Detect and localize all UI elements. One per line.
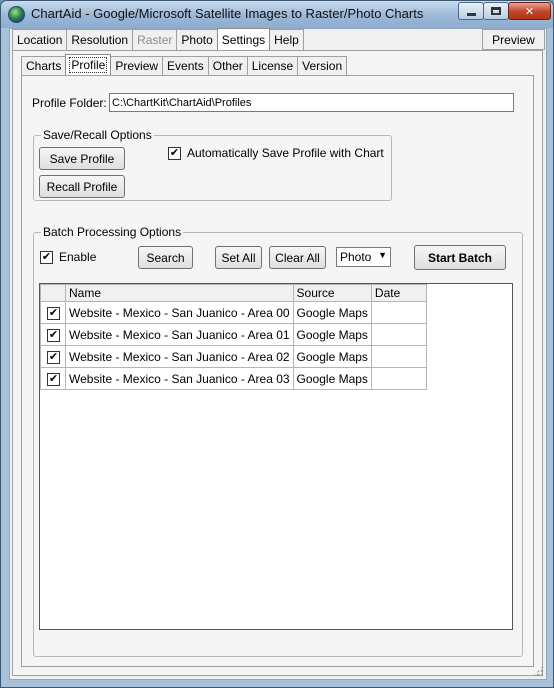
tab-label: Photo [181,33,213,47]
auto-save-checkbox[interactable]: ✔ Automatically Save Profile with Chart [168,146,384,160]
preview-button[interactable]: Preview [482,29,545,50]
tab-location[interactable]: Location [12,29,68,50]
save-recall-legend: Save/Recall Options [43,128,152,142]
tab-label: Other [212,59,243,73]
save-profile-button[interactable]: Save Profile [39,147,125,170]
clear-all-button[interactable]: Clear All [269,246,326,269]
tab-label: Raster [137,33,173,47]
close-icon: ✕ [524,5,535,18]
checkbox-icon[interactable]: ✔ [47,307,60,320]
search-button[interactable]: Search [138,246,193,269]
table-row[interactable]: ✔ Website - Mexico - San Juanico - Area … [40,345,427,368]
tab-raster: Raster [132,29,178,50]
tab-settings[interactable]: Settings [216,28,271,50]
tab-label: Profile [69,57,108,73]
row-checkbox-cell[interactable]: ✔ [40,301,66,324]
client-area: Location Resolution Raster Photo Setting… [9,28,547,680]
checkbox-icon[interactable]: ✔ [47,373,60,386]
row-date [370,323,427,346]
row-source: Google Maps [292,367,372,390]
profile-panel: Profile Folder: Save/Recall Options Save… [21,75,534,667]
tab-label: Location [17,33,63,47]
tab-other[interactable]: Other [207,56,248,75]
tab-label: License [251,59,294,73]
globe-icon [8,6,25,23]
window-title: ChartAid - Google/Microsoft Satellite Im… [31,6,424,21]
row-name: Website - Mexico - San Juanico - Area 00 [65,301,294,324]
tab-profile[interactable]: Profile [65,54,112,75]
tab-label: Help [274,33,299,47]
start-batch-button[interactable]: Start Batch [414,245,506,270]
tab-label: Events [167,59,204,73]
row-date [370,367,427,390]
tab-resolution[interactable]: Resolution [66,29,134,50]
tab-help[interactable]: Help [269,29,304,50]
close-button[interactable]: ✕ [508,2,551,20]
maximize-icon [491,7,501,15]
checkbox-icon[interactable]: ✔ [47,329,60,342]
enable-label: Enable [59,250,97,264]
row-source: Google Maps [292,323,372,346]
output-type-select[interactable]: Photo ▼ [336,247,391,267]
row-name: Website - Mexico - San Juanico - Area 02 [65,345,294,368]
batch-legend: Batch Processing Options [43,225,182,239]
tab-events[interactable]: Events [162,56,209,75]
tab-license[interactable]: License [246,56,299,75]
tab-photo[interactable]: Photo [176,29,218,50]
recall-profile-button[interactable]: Recall Profile [39,175,125,198]
batch-table: Name Source Date ✔ Website - Mexico - Sa… [40,284,427,390]
title-bar[interactable]: ChartAid - Google/Microsoft Satellite Im… [1,1,553,28]
enable-checkbox[interactable]: ✔ Enable [40,250,96,264]
row-checkbox-cell[interactable]: ✔ [40,345,66,368]
batch-grid[interactable]: Name Source Date ✔ Website - Mexico - Sa… [39,283,513,630]
tab-preview[interactable]: Preview [110,56,164,75]
maximize-button[interactable] [483,2,509,20]
checkbox-icon[interactable]: ✔ [40,250,53,264]
row-date [370,345,427,368]
column-header-source[interactable]: Source [292,284,372,302]
settings-panel: Charts Profile Preview Events Other Lice… [12,50,543,676]
column-header-check[interactable] [40,284,66,302]
row-name: Website - Mexico - San Juanico - Area 01 [65,323,294,346]
table-row[interactable]: ✔ Website - Mexico - San Juanico - Area … [40,301,427,324]
row-source: Google Maps [292,345,372,368]
row-checkbox-cell[interactable]: ✔ [40,323,66,346]
tab-label: Preview [115,59,159,73]
main-tab-strip: Location Resolution Raster Photo Setting… [12,28,304,51]
row-source: Google Maps [292,301,372,324]
preview-label: Preview [492,32,535,47]
row-checkbox-cell[interactable]: ✔ [40,367,66,390]
column-header-name[interactable]: Name [65,284,294,302]
profile-folder-input[interactable] [109,93,514,112]
tab-label: Charts [26,59,62,73]
row-date [370,301,427,324]
output-type-value: Photo [340,250,372,264]
table-row[interactable]: ✔ Website - Mexico - San Juanico - Area … [40,323,427,346]
column-header-date[interactable]: Date [370,284,427,302]
minimize-icon [466,12,476,16]
tab-label: Settings [221,32,266,47]
settings-tab-strip: Charts Profile Preview Events Other Lice… [21,54,348,76]
profile-folder-label: Profile Folder: [32,96,107,110]
app-window: ChartAid - Google/Microsoft Satellite Im… [0,0,554,688]
table-row[interactable]: ✔ Website - Mexico - San Juanico - Area … [40,367,427,390]
row-name: Website - Mexico - San Juanico - Area 03 [65,367,294,390]
chevron-down-icon[interactable]: ▼ [378,250,387,260]
tab-label: Version [302,59,343,73]
tab-version[interactable]: Version [297,56,348,75]
checkbox-icon[interactable]: ✔ [168,146,181,160]
set-all-button[interactable]: Set All [215,246,262,269]
checkbox-icon[interactable]: ✔ [47,351,60,364]
tab-charts[interactable]: Charts [21,56,67,75]
minimize-button[interactable] [458,2,484,20]
auto-save-label: Automatically Save Profile with Chart [187,146,384,160]
table-header-row: Name Source Date [40,284,427,302]
tab-label: Resolution [71,33,129,47]
